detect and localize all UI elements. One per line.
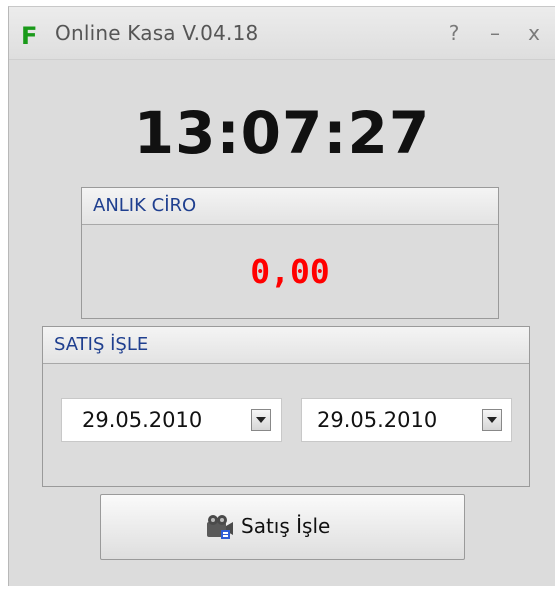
start-date-dropdown-button[interactable]: [251, 409, 271, 431]
anlik-ciro-header: ANLIK CİRO: [82, 188, 498, 225]
anlik-ciro-panel: ANLIK CİRO 0,00: [81, 187, 499, 319]
end-date-dropdown-button[interactable]: [482, 409, 502, 431]
app-logo-icon: F: [21, 22, 38, 50]
end-date-value: 29.05.2010: [317, 408, 438, 432]
start-date-picker[interactable]: 29.05.2010: [61, 398, 282, 442]
start-date-value: 29.05.2010: [82, 408, 203, 432]
film-reel-icon: [205, 513, 235, 541]
end-date-picker[interactable]: 29.05.2010: [301, 398, 512, 442]
satis-isle-button-label: Satış İşle: [241, 514, 331, 538]
clock-display: 13:07:27: [133, 99, 431, 167]
title-bar[interactable]: F Online Kasa V.04.18 ? – x: [9, 7, 555, 60]
anlik-ciro-value: 0,00: [250, 252, 330, 291]
satis-isle-header: SATIŞ İŞLE: [43, 327, 529, 364]
close-button[interactable]: x: [521, 20, 547, 46]
satis-isle-button[interactable]: Satış İşle: [100, 494, 465, 560]
help-button[interactable]: ?: [441, 20, 467, 46]
minimize-button[interactable]: –: [482, 20, 508, 46]
window-title: Online Kasa V.04.18: [55, 21, 259, 45]
